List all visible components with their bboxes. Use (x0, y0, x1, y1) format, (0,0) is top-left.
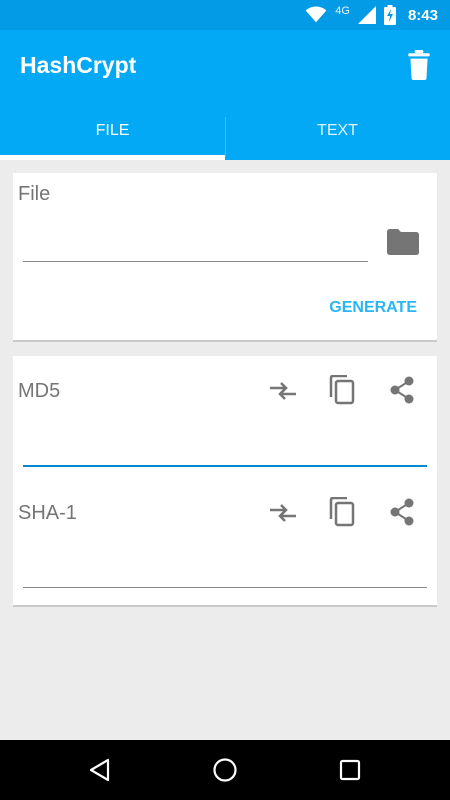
file-card: File GENERATE (13, 173, 437, 342)
md5-underline (23, 465, 427, 467)
sha1-output-field[interactable] (23, 550, 427, 586)
tab-divider (225, 117, 226, 157)
sha1-label: SHA-1 (18, 502, 77, 524)
app-title: HashCrypt (20, 52, 137, 78)
md5-label: MD5 (18, 380, 61, 402)
copy-icon (329, 497, 355, 527)
compare-icon (270, 504, 296, 522)
signal-icon (357, 6, 376, 24)
tab-text[interactable]: TEXT (225, 115, 450, 160)
navigation-bar (0, 740, 450, 800)
wifi-icon (305, 6, 327, 23)
sha1-underline (23, 587, 427, 588)
folder-icon[interactable] (387, 229, 419, 255)
file-label: File (18, 183, 51, 205)
sha1-share-button[interactable] (387, 497, 417, 527)
recents-icon[interactable] (337, 757, 363, 783)
clock: 8:43 (407, 6, 438, 24)
share-icon (390, 498, 414, 526)
status-icons: 4G 8:43 (305, 4, 438, 26)
tab-indicator (0, 155, 225, 160)
file-path-underline (23, 261, 368, 262)
home-icon[interactable] (212, 757, 238, 783)
hash-card: MD5 SHA-1 (13, 356, 437, 607)
share-icon (390, 376, 414, 404)
back-icon[interactable] (87, 757, 113, 783)
status-bar: 4G 8:43 (0, 0, 450, 30)
generate-button[interactable]: GENERATE (329, 299, 417, 317)
compare-icon (270, 382, 296, 400)
md5-output-field[interactable] (23, 428, 427, 464)
md5-compare-button[interactable] (268, 376, 298, 406)
tab-file[interactable]: FILE (0, 115, 225, 160)
sha1-copy-button[interactable] (327, 497, 357, 527)
copy-icon (329, 375, 355, 405)
md5-share-button[interactable] (387, 375, 417, 405)
sha1-compare-button[interactable] (268, 498, 298, 528)
trash-icon[interactable] (406, 50, 432, 80)
md5-copy-button[interactable] (327, 375, 357, 405)
app-bar: HashCrypt FILE TEXT (0, 30, 450, 160)
network-type: 4G (335, 5, 350, 17)
tab-bar: FILE TEXT (0, 115, 450, 160)
battery-icon (383, 5, 396, 25)
file-path-field[interactable] (23, 229, 368, 261)
